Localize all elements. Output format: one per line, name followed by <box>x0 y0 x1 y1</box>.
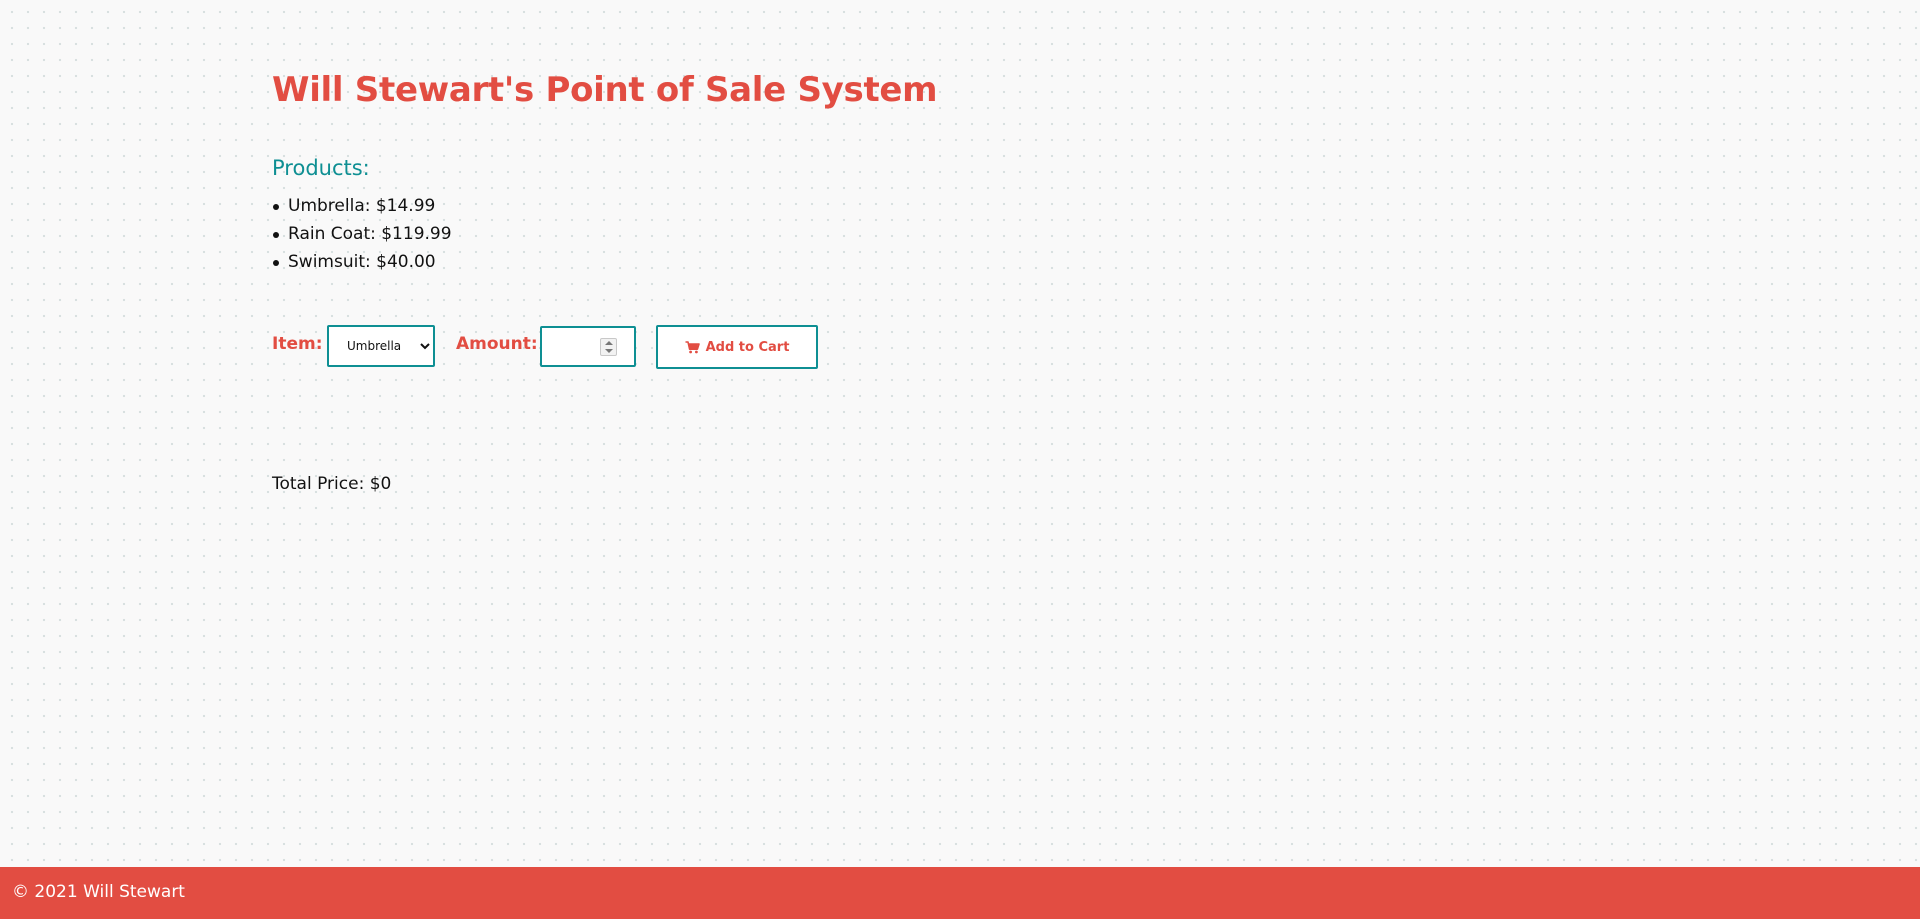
add-to-cart-button[interactable]: Add to Cart <box>656 325 818 369</box>
product-list: Umbrella: $14.99 Rain Coat: $119.99 Swim… <box>272 192 452 276</box>
item-label: Item: <box>272 334 323 354</box>
products-heading: Products: <box>272 156 370 180</box>
total-price: Total Price: $0 <box>272 474 392 494</box>
item-select[interactable]: Umbrella <box>327 325 435 367</box>
spinner-up-icon[interactable] <box>605 341 613 345</box>
product-item-swimsuit: Swimsuit: $40.00 <box>272 248 452 276</box>
amount-label: Amount: <box>456 334 538 354</box>
footer: © 2021 Will Stewart <box>0 867 1920 919</box>
amount-field[interactable] <box>540 326 636 367</box>
shopping-cart-icon <box>685 340 700 354</box>
page-title: Will Stewart's Point of Sale System <box>272 70 938 110</box>
copyright-text: © 2021 Will Stewart <box>12 882 185 902</box>
spinner-down-icon[interactable] <box>605 349 613 353</box>
amount-input[interactable] <box>544 330 600 363</box>
amount-spinner[interactable] <box>600 338 617 356</box>
product-item-rain-coat: Rain Coat: $119.99 <box>272 220 452 248</box>
product-item-umbrella: Umbrella: $14.99 <box>272 192 452 220</box>
add-to-cart-label: Add to Cart <box>705 339 790 355</box>
